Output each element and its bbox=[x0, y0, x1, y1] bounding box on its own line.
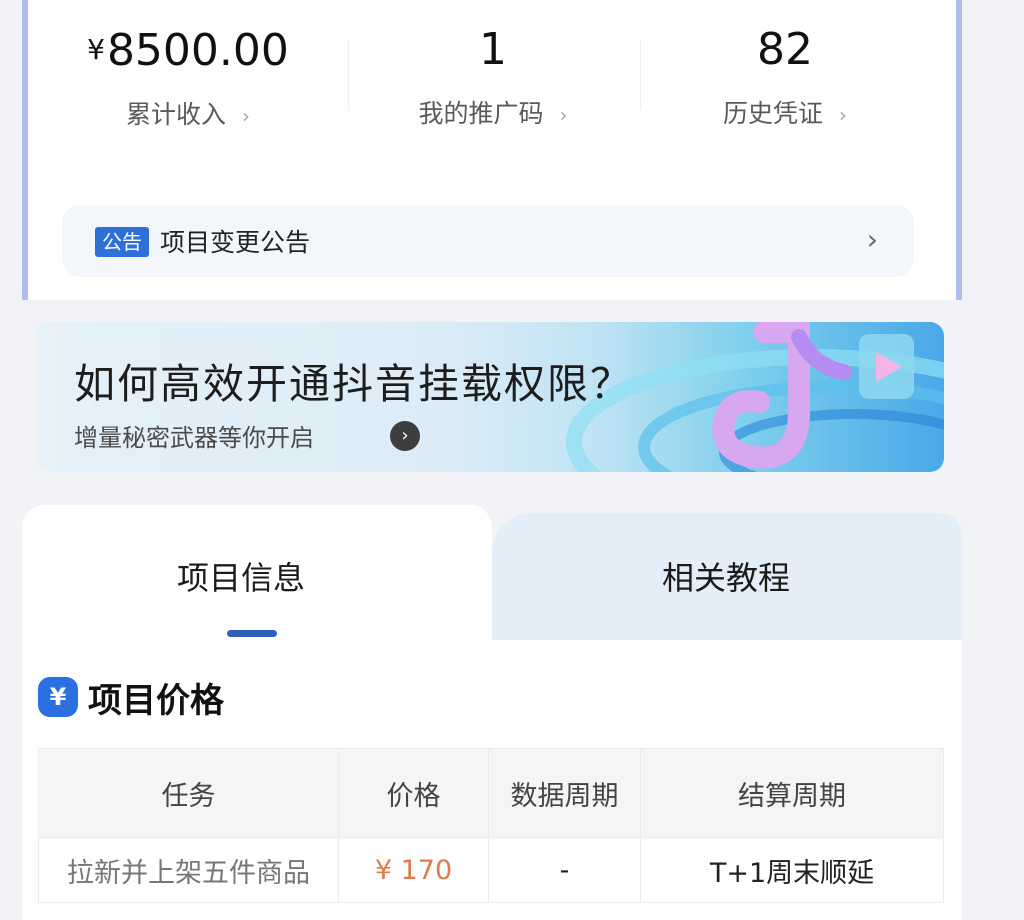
cell-price: ¥ 170 bbox=[338, 837, 489, 903]
history-voucher-value: 82 bbox=[757, 24, 813, 75]
header-price: 价格 bbox=[338, 748, 489, 838]
active-tab-indicator bbox=[227, 630, 277, 637]
chevron-right-icon: › bbox=[839, 103, 847, 127]
chevron-right-icon: › bbox=[242, 104, 250, 128]
chevron-right-icon: › bbox=[559, 103, 568, 127]
notice-badge: 公告 bbox=[95, 227, 149, 257]
currency-symbol: ¥ bbox=[87, 33, 105, 66]
promo-code-label-row: 我的推广码 › bbox=[358, 94, 628, 130]
total-income-label: 累计收入 bbox=[125, 100, 226, 129]
price-table: 任务 价格 数据周期 结算周期 拉新并上架五件商品 ¥ 170 - T+1周末顺… bbox=[38, 748, 944, 903]
table-header-row: 任务 价格 数据周期 结算周期 bbox=[38, 748, 944, 838]
total-income-amount: 8500.00 bbox=[106, 25, 289, 76]
divider bbox=[348, 40, 349, 110]
tab-related-tutorials-label[interactable]: 相关教程 bbox=[662, 553, 790, 599]
notice-bar[interactable]: 公告 项目变更公告 › bbox=[62, 205, 914, 277]
promo-code-stat[interactable]: 1 我的推广码 › bbox=[358, 22, 628, 130]
banner-subtitle: 增量秘密武器等你开启 bbox=[74, 424, 314, 452]
tab-bar: 项目信息 相关教程 bbox=[22, 505, 962, 640]
promo-banner[interactable]: 如何高效开通抖音挂载权限？ 增量秘密武器等你开启 › bbox=[36, 322, 944, 472]
tab-project-info-label[interactable]: 项目信息 bbox=[177, 553, 305, 599]
history-voucher-label-row: 历史凭证 › bbox=[650, 94, 920, 130]
promo-code-label: 我的推广码 bbox=[418, 99, 544, 128]
cell-settlement-period: T+1周末顺延 bbox=[640, 837, 944, 903]
divider bbox=[640, 40, 641, 110]
total-income-stat[interactable]: ¥8500.00 累计收入 › bbox=[53, 22, 323, 131]
history-voucher-stat[interactable]: 82 历史凭证 › bbox=[650, 22, 920, 130]
banner-title: 如何高效开通抖音挂载权限？ bbox=[74, 360, 633, 408]
arrow-right-circle-icon[interactable]: › bbox=[390, 421, 420, 451]
cell-data-period: - bbox=[488, 837, 641, 903]
header-settlement-period: 结算周期 bbox=[640, 748, 944, 838]
total-income-value: ¥8500.00 bbox=[53, 22, 323, 79]
yen-icon: ¥ bbox=[38, 677, 78, 717]
promo-code-value: 1 bbox=[479, 24, 507, 75]
section-title: 项目价格 bbox=[88, 681, 224, 721]
header-data-period: 数据周期 bbox=[488, 748, 641, 838]
header-task: 任务 bbox=[38, 748, 339, 838]
cell-task: 拉新并上架五件商品 bbox=[38, 837, 339, 903]
total-income-label-row: 累计收入 › bbox=[53, 95, 323, 131]
chevron-right-icon: › bbox=[866, 223, 878, 256]
table-row: 拉新并上架五件商品 ¥ 170 - T+1周末顺延 bbox=[38, 837, 944, 903]
notice-text: 项目变更公告 bbox=[160, 228, 311, 257]
history-voucher-label: 历史凭证 bbox=[722, 99, 823, 128]
